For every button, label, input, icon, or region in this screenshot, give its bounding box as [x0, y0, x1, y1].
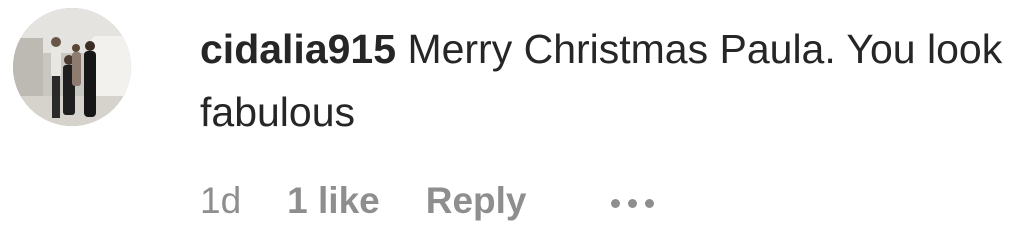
comment-timestamp[interactable]: 1d: [200, 180, 241, 222]
comment-likes[interactable]: 1 like: [287, 180, 380, 222]
more-dot: [610, 198, 620, 208]
more-dot: [627, 198, 637, 208]
reply-button[interactable]: Reply: [426, 180, 527, 222]
more-options-icon[interactable]: [610, 195, 654, 208]
comment-username[interactable]: cidalia915: [200, 26, 396, 72]
comment-meta: 1d 1 like Reply: [200, 178, 654, 224]
more-dot: [644, 198, 654, 208]
comment-body: cidalia915 Merry Christmas Paula. You lo…: [200, 18, 1010, 144]
avatar[interactable]: [13, 8, 131, 126]
avatar-photo: [13, 8, 131, 126]
